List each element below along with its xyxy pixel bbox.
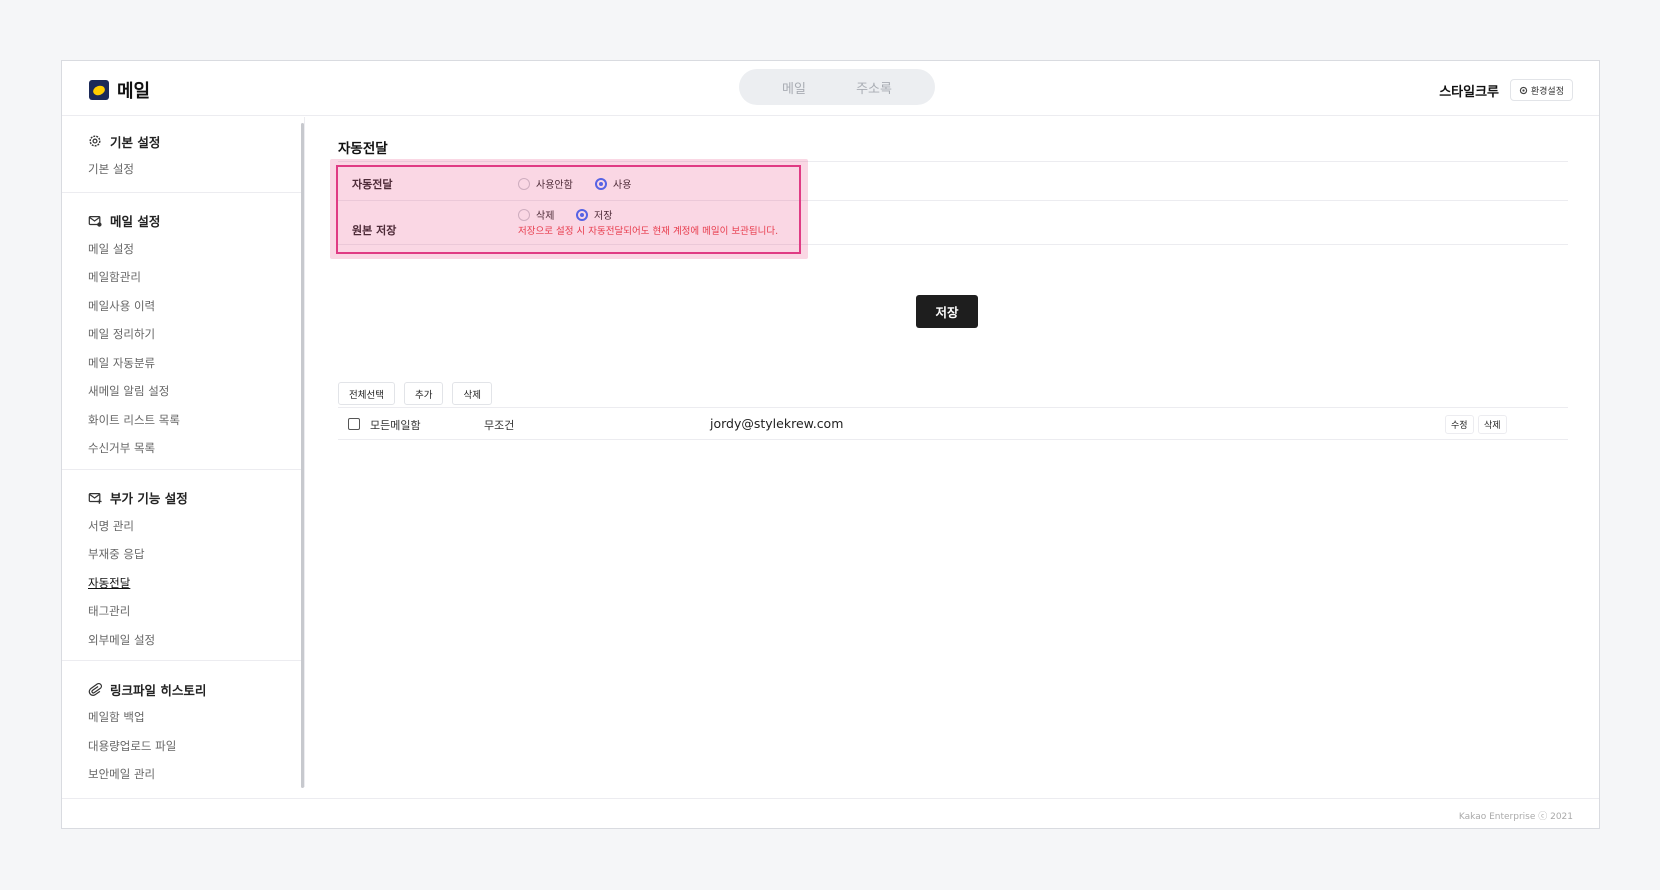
user-name[interactable]: 스타일크루 — [1439, 81, 1499, 100]
settings-label: 환경설정 — [1530, 86, 1564, 97]
gnb-tab-address-book[interactable]: 주소록 — [856, 78, 892, 97]
sidebar-group-title: 기본 설정 — [88, 127, 278, 155]
top-header: 메일 메일 주소록 스타일크루 환경설정 — [62, 61, 1599, 116]
edit-rule-button[interactable]: 수정 — [1445, 415, 1474, 434]
kakao-mail-logo-icon — [89, 80, 109, 100]
delete-button[interactable]: 삭제 — [452, 382, 492, 405]
sidebar-group-title: 링크파일 히스토리 — [88, 675, 278, 703]
select-all-button[interactable]: 전체선택 — [338, 382, 395, 405]
radio-circle-selected — [576, 208, 588, 221]
sidebar-item-mailbox-manage[interactable]: 메일함관리 — [88, 263, 278, 292]
settings-button[interactable]: 환경설정 — [1509, 79, 1573, 101]
sidebar-item-mailbox-backup[interactable]: 메일함 백업 — [88, 703, 278, 732]
sidebar-group-mail: 메일 설정 메일 설정 메일함관리 메일사용 이력 메일 정리하기 메일 자동분… — [62, 207, 304, 470]
global-nav: 메일 주소록 — [739, 69, 935, 105]
sidebar-item-whitelist[interactable]: 화이트 리스트 목록 — [88, 406, 278, 435]
copyright: Kakao Enterprise ⓒ 2021 — [1458, 812, 1573, 822]
sidebar-item-mail-cleanup[interactable]: 메일 정리하기 — [88, 320, 278, 349]
radio-forward-on[interactable]: 사용 — [595, 176, 631, 191]
sidebar-item-signature[interactable]: 서명 관리 — [88, 512, 278, 541]
gnb-tab-mail[interactable]: 메일 — [782, 78, 806, 97]
auto-forward-row: 자동전달 사용안함 사용 — [338, 161, 1568, 201]
sidebar-item-out-of-office[interactable]: 부재중 응답 — [88, 540, 278, 569]
mail-settings-icon — [88, 215, 102, 227]
sidebar-item-secure-mail[interactable]: 보안메일 관리 — [88, 760, 278, 789]
sidebar-item-tag-manage[interactable]: 태그관리 — [88, 597, 278, 626]
sidebar-group-basic: 기본 설정 기본 설정 — [62, 127, 304, 193]
app-title: 메일 — [117, 81, 151, 102]
paperclip-icon — [88, 683, 102, 696]
keep-original-label: 원본 저장 — [352, 224, 397, 237]
radio-circle — [518, 208, 530, 221]
gear-icon — [89, 135, 101, 147]
radio-original-delete[interactable]: 삭제 — [518, 207, 554, 222]
rule-condition: 무조건 — [484, 419, 515, 432]
rule-mailbox: 모든메일함 — [370, 419, 421, 432]
radio-circle-selected — [595, 177, 607, 190]
radio-circle — [518, 177, 530, 190]
sidebar-item-auto-forward[interactable]: 자동전달 — [88, 569, 278, 598]
save-button[interactable]: 저장 — [916, 295, 978, 328]
row-checkbox[interactable] — [348, 418, 360, 430]
sidebar-item-mail-auto-sort[interactable]: 메일 자동분류 — [88, 349, 278, 378]
radio-original-keep[interactable]: 저장 — [576, 207, 612, 222]
delete-rule-button[interactable]: 삭제 — [1478, 415, 1507, 434]
sidebar-item-large-upload[interactable]: 대용량업로드 파일 — [88, 732, 278, 761]
footer: Kakao Enterprise ⓒ 2021 — [62, 798, 1599, 828]
radio-forward-off[interactable]: 사용안함 — [518, 176, 573, 191]
auto-forward-label: 자동전달 — [352, 178, 393, 191]
settings-sidebar: 기본 설정 기본 설정 메일 설정 메일 설정 메일함관리 메일사용 이력 메일… — [62, 117, 305, 787]
gear-icon — [1519, 86, 1528, 94]
sidebar-group-title: 부가 기능 설정 — [88, 484, 278, 512]
keep-original-notice: 저장으로 설정 시 자동전달되어도 현재 계정에 메일이 보관됩니다. — [518, 226, 779, 237]
sidebar-group-extra: 부가 기능 설정 서명 관리 부재중 응답 자동전달 태그관리 외부메일 설정 — [62, 484, 304, 661]
sidebar-item-external-mail[interactable]: 외부메일 설정 — [88, 626, 278, 655]
app-window: 메일 메일 주소록 스타일크루 환경설정 기본 설정 기본 설정 메일 설정 메… — [61, 60, 1600, 829]
sidebar-group-link-file: 링크파일 히스토리 메일함 백업 대용량업로드 파일 보안메일 관리 — [62, 675, 304, 789]
add-button[interactable]: 추가 — [403, 382, 444, 405]
sidebar-item-new-mail-alert[interactable]: 새메일 알림 설정 — [88, 377, 278, 406]
sidebar-group-title: 메일 설정 — [88, 207, 278, 235]
table-row: 모든메일함 무조건 jordy@stylekrew.com 수정 삭제 — [338, 407, 1568, 440]
sidebar-item-mail-usage-history[interactable]: 메일사용 이력 — [88, 292, 278, 321]
sidebar-item-mail-settings[interactable]: 메일 설정 — [88, 235, 278, 264]
app-logo[interactable]: 메일 — [89, 77, 150, 103]
sidebar-scrollbar[interactable] — [301, 123, 304, 788]
rule-toolbar: 전체선택 추가 삭제 — [338, 382, 492, 405]
rule-forward-email: jordy@stylekrew.com — [710, 416, 844, 431]
mail-plus-icon — [88, 492, 102, 504]
sidebar-item-block-list[interactable]: 수신거부 목록 — [88, 434, 278, 463]
sidebar-item-basic-settings[interactable]: 기본 설정 — [88, 155, 278, 184]
page-title: 자동전달 — [338, 141, 388, 157]
keep-original-row: 원본 저장 삭제 저장 저장으로 설정 시 자동전달되어도 현재 계정에 메일이… — [338, 201, 1568, 245]
